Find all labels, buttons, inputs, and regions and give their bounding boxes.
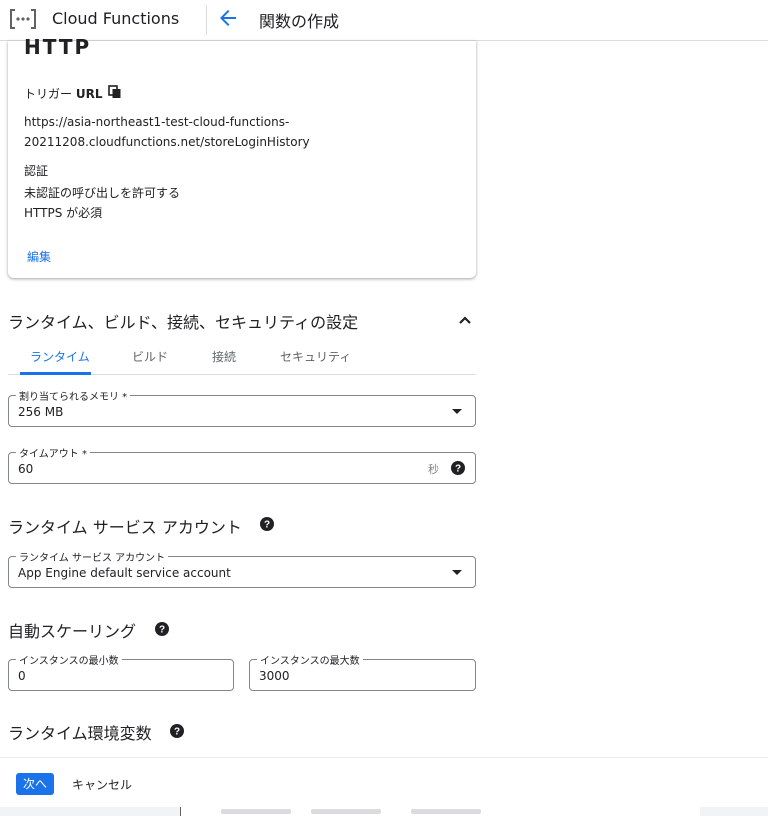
background-window-strip [0,807,768,816]
max-instances-label: インスタンスの最大数 [257,652,363,667]
trigger-url[interactable]: https://asia-northeast1-test-cloud-funct… [24,112,324,152]
max-instances-value: 3000 [259,669,290,683]
service-account-select[interactable]: ランタイム サービス アカウント App Engine default serv… [8,549,476,588]
trigger-label-prefix: トリガー [24,87,73,101]
service-account-select-label: ランタイム サービス アカウント [16,549,169,564]
trigger-type-heading: HTTP [24,35,92,59]
autoscaling-title: 自動スケーリング [8,622,137,641]
memory-select-value: 256 MB [18,405,64,419]
service-account-title: ランタイム サービス アカウント [8,518,242,537]
appbar-divider [206,5,207,35]
back-arrow-icon[interactable] [216,6,240,30]
env-vars-title: ランタイム環境変数 [8,724,152,743]
help-icon[interactable]: ? [451,461,465,475]
background-toolbar-item [221,809,291,814]
min-instances-value: 0 [18,669,26,683]
min-instances-input[interactable]: インスタンスの最小数 0 [8,652,234,691]
chevron-up-icon[interactable] [457,312,473,328]
timeout-unit-suffix: 秒 [428,463,439,476]
trigger-url-label: トリガー URL [24,85,102,102]
trigger-label-bold: URL [75,87,103,101]
timeout-input-value: 60 [18,462,34,476]
memory-select-label: 割り当てられるメモリ * [16,388,131,403]
auth-https-text: HTTPS が必須 [24,206,103,220]
autoscaling-help-icon[interactable]: ? [155,622,169,636]
svg-text:?: ? [159,625,165,636]
dropdown-arrow-icon [452,570,462,575]
copy-icon[interactable] [108,85,122,99]
memory-select[interactable]: 割り当てられるメモリ * 256 MB [8,388,476,427]
cloud-functions-logo-icon [10,9,36,29]
tab-runtime[interactable]: ランタイム [30,348,90,365]
edit-trigger-link[interactable]: 編集 [27,248,51,265]
page-title: 関数の作成 [259,12,340,31]
runtime-settings-title[interactable]: ランタイム、ビルド、接続、セキュリティの設定 [8,309,358,333]
next-button[interactable]: 次へ [16,773,54,795]
tab-connections[interactable]: 接続 [212,348,236,365]
trigger-summary-card: HTTP トリガー URL https://asia-northeast1-te… [8,35,476,278]
background-toolbar-item [311,809,381,814]
service-account-select-value: App Engine default service account [18,566,231,580]
svg-text:?: ? [174,727,180,738]
tab-security[interactable]: セキュリティ [280,348,351,365]
settings-tabs: ランタイム ビルド 接続 セキュリティ [8,340,476,375]
active-tab-indicator [20,372,91,375]
auth-heading: 認証 [24,164,49,178]
app-bar: Cloud Functions 関数の作成 [0,0,768,41]
min-instances-label: インスタンスの最小数 [16,652,122,667]
env-vars-help-icon[interactable]: ? [170,724,184,738]
max-instances-input[interactable]: インスタンスの最大数 3000 [249,652,476,691]
trigger-url-line2: 20211208.cloudfunctions.net/storeLoginHi… [24,135,310,149]
timeout-input[interactable]: タイムアウト * 60 秒 ? [8,445,476,484]
background-window-panel [180,807,700,816]
cancel-button[interactable]: キャンセル [72,776,132,793]
service-account-help-icon[interactable]: ? [260,517,274,531]
background-toolbar-item [411,809,481,814]
tab-build[interactable]: ビルド [132,348,168,365]
svg-text:?: ? [455,464,461,475]
trigger-url-line1: https://asia-northeast1-test-cloud-funct… [24,115,290,129]
auth-unauthenticated-text: 未認証の呼び出しを許可する [24,186,181,200]
dropdown-arrow-icon [452,409,462,414]
svg-text:?: ? [264,520,270,531]
timeout-input-label: タイムアウト * [16,445,90,460]
product-name: Cloud Functions [52,9,180,28]
action-bar: 次へ キャンセル [0,757,768,807]
